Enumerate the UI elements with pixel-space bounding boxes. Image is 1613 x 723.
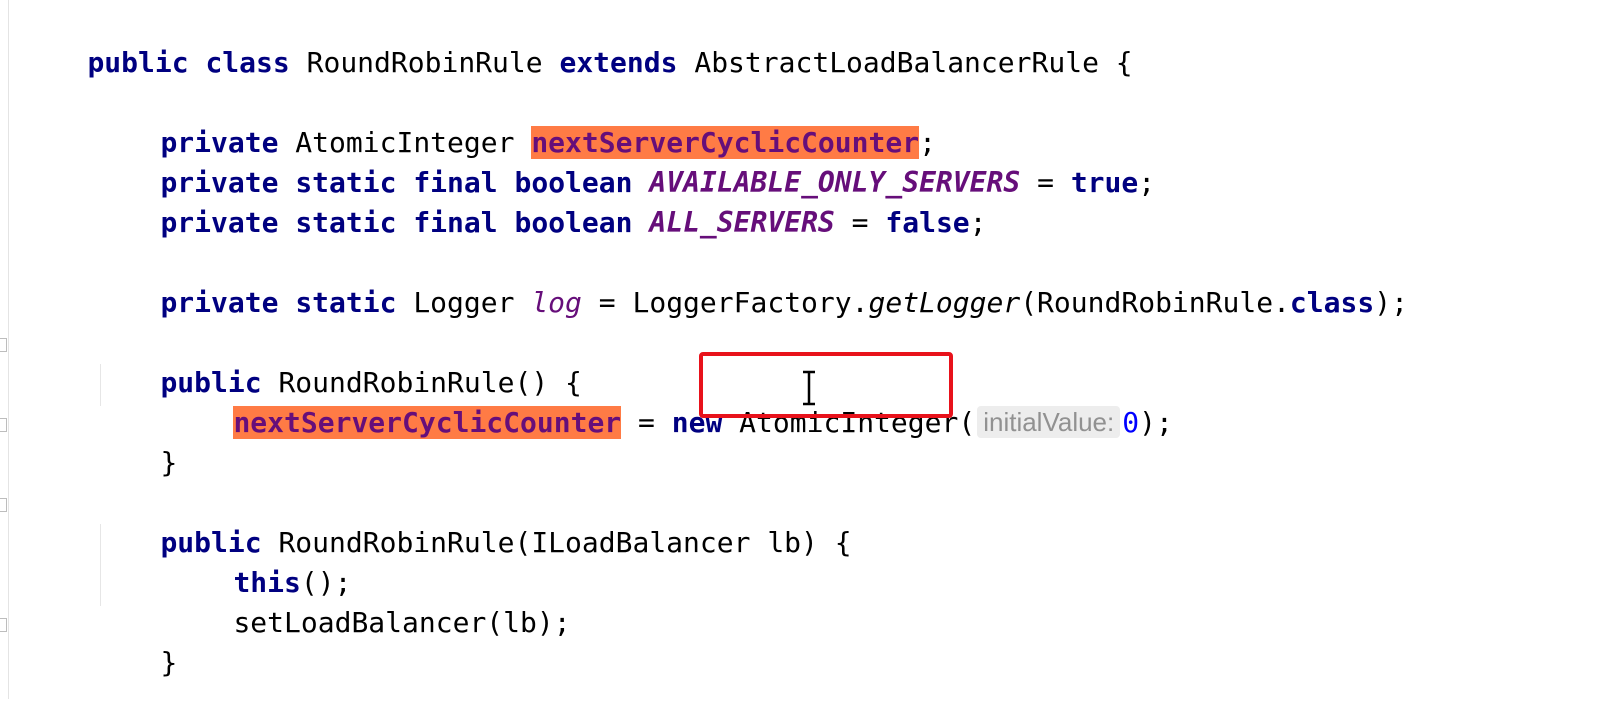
arguments: (RoundRobinRule.	[1020, 286, 1290, 319]
keyword: class	[1289, 286, 1375, 319]
code-line-constructor[interactable]: public RoundRobinRule() {	[93, 323, 581, 399]
fold-marker-constructor2-start[interactable]	[0, 498, 7, 512]
static-method: getLogger	[868, 286, 1021, 319]
semicolon: ;	[1138, 166, 1156, 199]
keyword: private	[160, 206, 279, 239]
closing: );	[1374, 286, 1408, 319]
highlighted-field: nextServerCyclicCounter	[233, 406, 622, 439]
code-line-counter-field[interactable]: private AtomicInteger nextServerCyclicCo…	[93, 83, 936, 159]
number-literal: 0	[1122, 406, 1140, 439]
operator: =	[1020, 166, 1071, 199]
operator: = LoggerFactory.	[581, 286, 869, 319]
code-editor[interactable]: public class RoundRobinRule extends Abst…	[0, 0, 1613, 699]
static-field: log	[531, 286, 582, 319]
class-name: RoundRobinRule	[289, 46, 560, 79]
parameter-hint: initialValue:	[977, 406, 1121, 438]
code-line-class-declaration[interactable]: public class RoundRobinRule extends Abst…	[20, 3, 1132, 79]
keyword: true	[1070, 166, 1139, 199]
keyword: false	[885, 206, 970, 239]
keyword: final	[413, 206, 498, 239]
closing-brace: }	[160, 646, 178, 679]
i-beam-cursor-icon	[803, 370, 815, 406]
semicolon: ;	[969, 206, 987, 239]
superclass: AbstractLoadBalancerRule {	[677, 46, 1133, 79]
operator: =	[621, 406, 672, 439]
keyword: private	[160, 286, 279, 319]
code-line-logger[interactable]: private static Logger log = LoggerFactor…	[93, 243, 1408, 319]
method-call: setLoadBalancer(lb);	[233, 606, 571, 639]
code-line-this-call[interactable]: this();	[166, 523, 351, 599]
fold-marker-constructor-start[interactable]	[0, 338, 7, 352]
editor-gutter	[0, 0, 9, 699]
fold-marker-constructor2-end[interactable]	[0, 618, 7, 632]
code-line-available-only-servers[interactable]: private static final boolean AVAILABLE_O…	[93, 123, 1155, 199]
closing: );	[1139, 406, 1173, 439]
constant-name: ALL_SERVERS	[649, 206, 835, 239]
code-line-close-brace[interactable]: }	[93, 403, 177, 479]
keyword: class	[205, 46, 290, 79]
fold-marker-constructor-end[interactable]	[0, 418, 7, 432]
code-line-constructor-lb[interactable]: public RoundRobinRule(ILoadBalancer lb) …	[93, 483, 851, 559]
keyword: static	[295, 286, 397, 319]
code-line-counter-init[interactable]: nextServerCyclicCounter = new AtomicInte…	[166, 363, 1173, 439]
keyword: extends	[559, 46, 678, 79]
code-line-close-brace[interactable]: }	[93, 603, 177, 679]
keyword: static	[295, 206, 397, 239]
type-name: Logger	[396, 286, 532, 319]
keyword: boolean	[514, 206, 633, 239]
code-line-set-load-balancer[interactable]: setLoadBalancer(lb);	[166, 563, 570, 639]
keyword: public	[87, 46, 189, 79]
code-line-all-servers[interactable]: private static final boolean ALL_SERVERS…	[93, 163, 986, 239]
annotation-highlight-box	[699, 352, 953, 418]
closing-brace: }	[160, 446, 178, 479]
operator: =	[834, 206, 886, 239]
